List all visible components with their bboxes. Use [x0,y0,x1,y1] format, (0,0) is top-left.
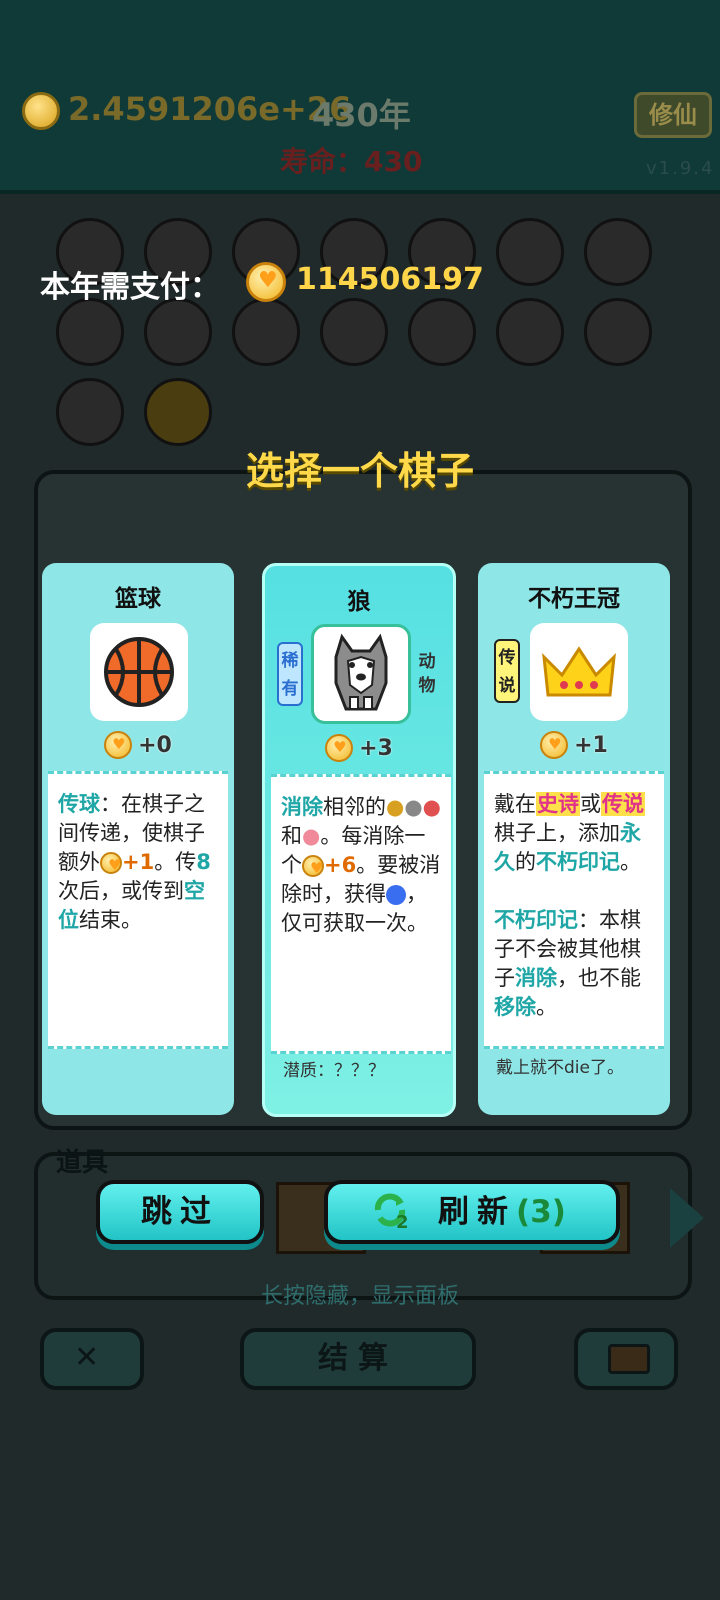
refresh-badge: 2 [396,1212,409,1233]
card-title: 不朽王冠 [528,586,620,612]
item-slot-calendar [144,298,212,366]
card-description: 传球：在棋子之间传递，使棋子额外+1。传8次后，或传到空位结束。 [48,771,228,1049]
item-slot-fries [496,218,564,286]
coin-total: 2.4591206e+26 [68,90,352,128]
card-crown[interactable]: 不朽王冠 传说 +1 戴在史诗或传说棋子上，添加永久的不朽印记。不朽印记：本棋子… [478,563,670,1115]
cancel-tag-button[interactable]: ✕ [40,1328,144,1390]
rarity-badge: 传说 [494,639,520,703]
xiuxian-button[interactable]: 修仙 [634,92,712,138]
hide-panel-hint[interactable]: 长按隐藏，显示面板 [0,1278,720,1310]
card-value: +3 [265,734,453,762]
refresh-label: 刷新 [438,1194,517,1230]
item-slot-sack [584,298,652,366]
item-slot-plant [496,298,564,366]
card-description: 戴在史诗或传说棋子上，添加永久的不朽印记。 不朽印记：本棋子不会被其他棋子消除，也… [484,771,664,1049]
version-label: v1.9.4 [646,158,715,179]
item-slot-flower [56,378,124,446]
item-slot-sticks [320,298,388,366]
settle-button[interactable]: 结算 [240,1328,476,1390]
payment-amount: 114506197 [296,262,484,297]
basketball-icon [90,623,188,721]
rarity-badge: 稀有 [277,642,303,706]
heart-coin-icon [104,731,133,759]
refresh-button[interactable]: 刷新(3) [324,1180,620,1244]
card-value: +0 [42,731,234,759]
arrow-right-icon[interactable] [670,1188,704,1248]
card-title: 篮球 [115,586,161,612]
skip-button[interactable]: 跳过 [96,1180,264,1244]
crown-icon [530,623,628,721]
heart-coin-icon [100,852,122,874]
tools-label: 道具 [56,1148,109,1178]
chick-icon: ● [386,795,405,819]
year-label: 430年 [312,96,411,134]
heart-coin-icon [325,734,354,762]
sheep-icon: ● [404,795,423,819]
heart-coin-icon [246,262,286,302]
item-slot-lightning [144,378,212,446]
blue-orb-icon [386,885,406,905]
card-value: +1 [478,731,670,759]
heart-coin-icon [302,855,324,877]
pig-icon: ● [302,824,321,848]
item-slot-dog [584,218,652,286]
card-basketball[interactable]: 篮球 +0 传球：在棋子之间传递，使棋子额外+1。传8次后，或传到空位结束。 [42,563,234,1115]
card-description: 消除相邻的●●●和●。每消除一个+6。要被消除时，获得，仅可获取一次。 [271,774,451,1054]
item-slot-basket [232,298,300,366]
refresh-count: (3) [516,1194,566,1230]
rabbit-icon: ● [422,795,441,819]
wolf-icon [311,624,411,724]
card-wolf[interactable]: 狼 稀有 动物 +3 消除相邻的●●●和●。每消除一个+6。要被消除时，获得，仅… [262,563,456,1117]
card-footer: 潜质：？？？ [283,1061,385,1081]
card-footer: 戴上就不die了。 [496,1058,624,1078]
choose-title: 选择一个棋子 [245,449,474,493]
coin-icon [22,92,60,130]
heart-coin-icon [540,731,569,759]
briefcase-button[interactable] [574,1328,678,1390]
payment-label: 本年需支付： [40,270,220,305]
item-slot-hammer [408,298,476,366]
card-title: 狼 [347,589,371,615]
briefcase-icon [608,1344,650,1374]
lifespan-label: 寿命：430 [280,145,423,178]
item-slot-tag [56,298,124,366]
category-label: 动物 [418,652,436,696]
close-icon: ✕ [74,1340,100,1375]
